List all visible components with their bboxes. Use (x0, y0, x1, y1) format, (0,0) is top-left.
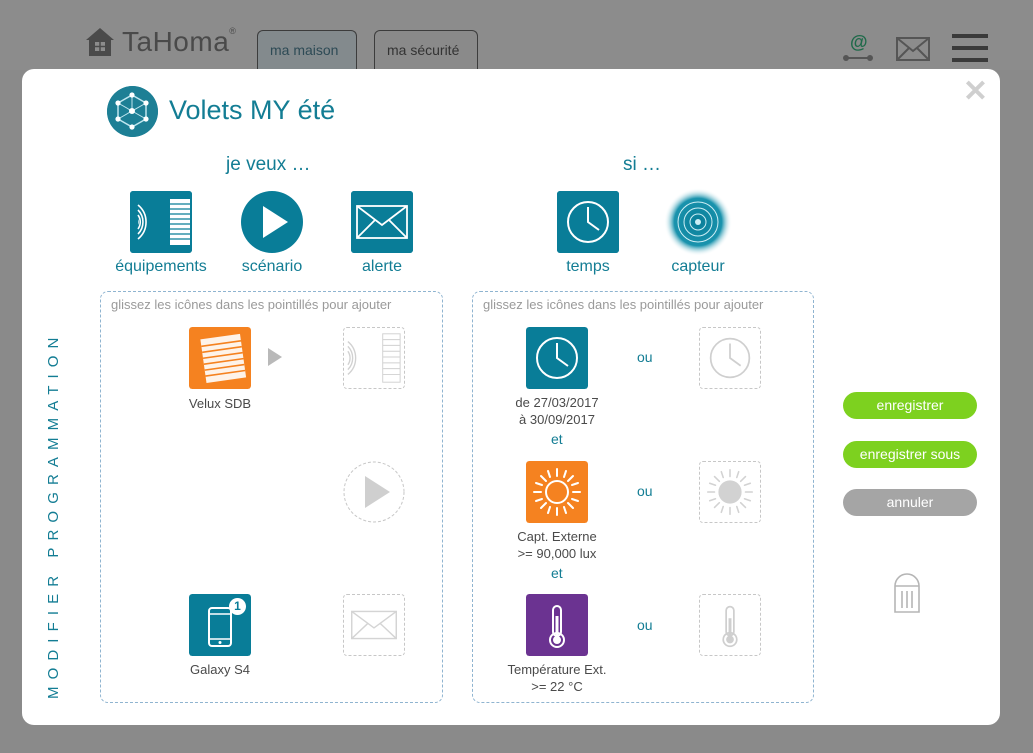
thermometer-icon (526, 594, 588, 656)
condition-item-light[interactable]: Capt. Externe >= 90,000 lux (497, 461, 617, 562)
or-connector: ou (637, 349, 653, 365)
condition-line2: >= 22 °C (531, 679, 583, 694)
logo-text: TaHoma (122, 26, 230, 57)
envelope-icon (351, 191, 413, 253)
condition-line2: >= 90,000 lux (517, 546, 597, 561)
hamburger-menu-icon[interactable] (952, 34, 988, 62)
equipment-icon (130, 191, 192, 253)
alert-slot-icon[interactable] (343, 594, 405, 656)
sun-icon (526, 461, 588, 523)
svg-text:@: @ (850, 32, 868, 52)
trash-icon[interactable] (893, 572, 921, 614)
tab-ma-maison[interactable]: ma maison (257, 30, 357, 70)
clock-icon (557, 191, 619, 253)
tool-label: alerte (361, 258, 403, 275)
condition-line1: de 27/03/2017 (515, 395, 599, 410)
or-connector: ou (637, 483, 653, 499)
play-icon (241, 191, 303, 253)
email-at-icon[interactable]: @ (840, 32, 876, 64)
tool-label: capteur (671, 258, 725, 275)
item-label: Velux SDB (188, 396, 252, 411)
condition-line1: Capt. Externe (517, 529, 597, 544)
tool-label: scénario (241, 258, 303, 275)
or-connector: ou (637, 617, 653, 633)
equipment-slot-icon[interactable] (343, 327, 405, 389)
sun-slot-icon[interactable] (699, 461, 761, 523)
dropzone-hint: glissez les icônes dans les pointillés p… (111, 297, 392, 312)
tool-temps[interactable]: temps (538, 191, 638, 276)
save-button[interactable]: enregistrer (843, 392, 977, 419)
scenario-slot-icon[interactable] (343, 461, 405, 523)
action-item-galaxy[interactable]: 1 Galaxy S4 (170, 594, 270, 678)
cancel-button[interactable]: annuler (843, 489, 977, 516)
actions-title: je veux … (226, 154, 311, 175)
blind-icon (189, 327, 251, 389)
tool-capteur[interactable]: capteur (648, 188, 748, 276)
action-item-velux[interactable]: Velux SDB (170, 327, 270, 412)
save-as-button[interactable]: enregistrer sous (843, 441, 977, 468)
sensor-icon (664, 188, 732, 256)
tool-equipements[interactable]: équipements (111, 191, 211, 276)
tab-ma-securite[interactable]: ma sécurité (374, 30, 478, 70)
program-network-icon (107, 86, 158, 137)
thermometer-slot-icon[interactable] (699, 594, 761, 656)
vertical-section-label: MODIFIER PROGRAMMATION (45, 330, 62, 699)
dropzone-hint: glissez les icônes dans les pointillés p… (483, 297, 764, 312)
item-label: Galaxy S4 (190, 662, 250, 677)
tool-alerte[interactable]: alerte (332, 191, 432, 276)
tool-scenario[interactable]: scénario (222, 191, 322, 276)
condition-line1: Température Ext. (507, 662, 607, 677)
tool-label: équipements (115, 258, 207, 275)
logo-trademark: ® (229, 26, 237, 36)
and-connector: et (551, 565, 563, 581)
clock-slot-icon[interactable] (699, 327, 761, 389)
envelope-icon[interactable] (896, 37, 930, 61)
condition-line2: à 30/09/2017 (519, 412, 595, 427)
house-icon (86, 28, 114, 56)
conditions-title: si … (623, 154, 661, 175)
program-title: Volets MY été (169, 95, 336, 125)
close-icon[interactable]: ✕ (963, 77, 988, 107)
condition-item-temperature[interactable]: Température Ext. >= 22 °C (497, 594, 617, 695)
tool-label: temps (566, 258, 610, 275)
arrow-right-icon (268, 348, 282, 366)
programming-modal: ✕ Volets MY été MODIFIER PROGRAMMATION j… (22, 69, 1000, 725)
notification-badge: 1 (229, 598, 246, 615)
condition-item-date[interactable]: de 27/03/2017 à 30/09/2017 (497, 327, 617, 428)
clock-icon (526, 327, 588, 389)
tahoma-logo[interactable]: TaHoma® (84, 26, 236, 58)
and-connector: et (551, 431, 563, 447)
